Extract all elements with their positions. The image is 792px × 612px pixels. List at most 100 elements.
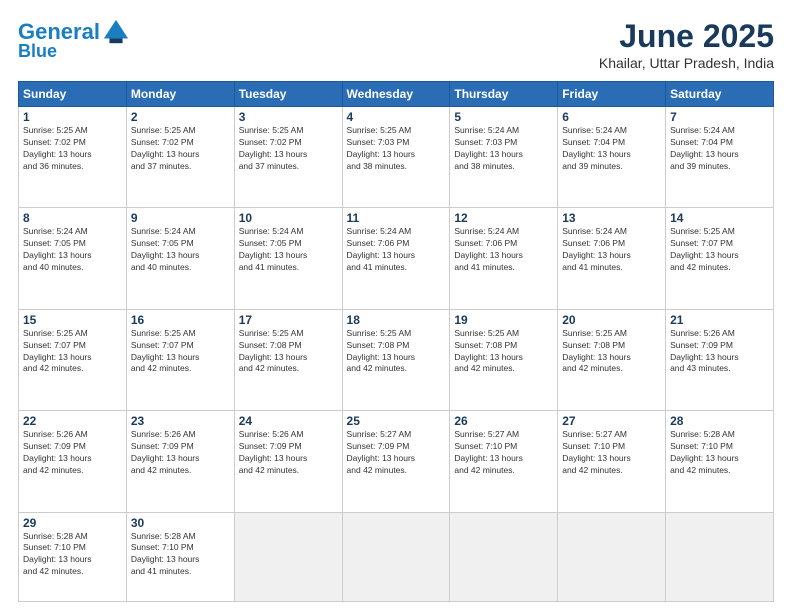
day-number: 4 <box>347 110 446 124</box>
calendar-cell: 20 Sunrise: 5:25 AMSunset: 7:08 PMDaylig… <box>558 309 666 410</box>
calendar-cell: 23 Sunrise: 5:26 AMSunset: 7:09 PMDaylig… <box>126 411 234 512</box>
day-number: 24 <box>239 414 338 428</box>
calendar-cell: 7 Sunrise: 5:24 AMSunset: 7:04 PMDayligh… <box>666 107 774 208</box>
calendar-cell: 19 Sunrise: 5:25 AMSunset: 7:08 PMDaylig… <box>450 309 558 410</box>
col-wednesday: Wednesday <box>342 82 450 107</box>
day-number: 17 <box>239 313 338 327</box>
calendar-cell: 2 Sunrise: 5:25 AMSunset: 7:02 PMDayligh… <box>126 107 234 208</box>
calendar-cell: 27 Sunrise: 5:27 AMSunset: 7:10 PMDaylig… <box>558 411 666 512</box>
day-number: 9 <box>131 211 230 225</box>
calendar-cell: 15 Sunrise: 5:25 AMSunset: 7:07 PMDaylig… <box>19 309 127 410</box>
day-number: 6 <box>562 110 661 124</box>
day-number: 3 <box>239 110 338 124</box>
calendar-cell: 30 Sunrise: 5:28 AMSunset: 7:10 PMDaylig… <box>126 512 234 602</box>
calendar-cell: 8 Sunrise: 5:24 AMSunset: 7:05 PMDayligh… <box>19 208 127 309</box>
logo-icon <box>102 18 130 46</box>
day-number: 16 <box>131 313 230 327</box>
week-row-3: 15 Sunrise: 5:25 AMSunset: 7:07 PMDaylig… <box>19 309 774 410</box>
day-info: Sunrise: 5:28 AMSunset: 7:10 PMDaylight:… <box>23 531 122 579</box>
page-container: General Blue June 2025 Khailar, Uttar Pr… <box>0 0 792 612</box>
calendar-cell <box>450 512 558 602</box>
day-info: Sunrise: 5:25 AMSunset: 7:08 PMDaylight:… <box>454 328 553 376</box>
calendar-cell: 28 Sunrise: 5:28 AMSunset: 7:10 PMDaylig… <box>666 411 774 512</box>
day-number: 5 <box>454 110 553 124</box>
day-info: Sunrise: 5:25 AMSunset: 7:02 PMDaylight:… <box>23 125 122 173</box>
week-row-5: 29 Sunrise: 5:28 AMSunset: 7:10 PMDaylig… <box>19 512 774 602</box>
page-header: General Blue June 2025 Khailar, Uttar Pr… <box>18 18 774 71</box>
day-number: 18 <box>347 313 446 327</box>
calendar-cell: 3 Sunrise: 5:25 AMSunset: 7:02 PMDayligh… <box>234 107 342 208</box>
day-info: Sunrise: 5:24 AMSunset: 7:05 PMDaylight:… <box>23 226 122 274</box>
day-info: Sunrise: 5:27 AMSunset: 7:09 PMDaylight:… <box>347 429 446 477</box>
day-number: 10 <box>239 211 338 225</box>
calendar-cell: 21 Sunrise: 5:26 AMSunset: 7:09 PMDaylig… <box>666 309 774 410</box>
calendar-cell: 10 Sunrise: 5:24 AMSunset: 7:05 PMDaylig… <box>234 208 342 309</box>
day-number: 26 <box>454 414 553 428</box>
day-info: Sunrise: 5:25 AMSunset: 7:02 PMDaylight:… <box>239 125 338 173</box>
day-info: Sunrise: 5:28 AMSunset: 7:10 PMDaylight:… <box>670 429 769 477</box>
calendar-cell <box>342 512 450 602</box>
day-number: 28 <box>670 414 769 428</box>
day-info: Sunrise: 5:27 AMSunset: 7:10 PMDaylight:… <box>454 429 553 477</box>
col-friday: Friday <box>558 82 666 107</box>
day-number: 22 <box>23 414 122 428</box>
calendar-cell: 9 Sunrise: 5:24 AMSunset: 7:05 PMDayligh… <box>126 208 234 309</box>
calendar-cell: 13 Sunrise: 5:24 AMSunset: 7:06 PMDaylig… <box>558 208 666 309</box>
day-number: 29 <box>23 516 122 530</box>
calendar-cell: 16 Sunrise: 5:25 AMSunset: 7:07 PMDaylig… <box>126 309 234 410</box>
calendar-cell: 18 Sunrise: 5:25 AMSunset: 7:08 PMDaylig… <box>342 309 450 410</box>
calendar-cell: 1 Sunrise: 5:25 AMSunset: 7:02 PMDayligh… <box>19 107 127 208</box>
calendar-table: Sunday Monday Tuesday Wednesday Thursday… <box>18 81 774 602</box>
day-number: 7 <box>670 110 769 124</box>
day-info: Sunrise: 5:26 AMSunset: 7:09 PMDaylight:… <box>670 328 769 376</box>
day-info: Sunrise: 5:24 AMSunset: 7:06 PMDaylight:… <box>454 226 553 274</box>
calendar-cell: 12 Sunrise: 5:24 AMSunset: 7:06 PMDaylig… <box>450 208 558 309</box>
day-info: Sunrise: 5:24 AMSunset: 7:03 PMDaylight:… <box>454 125 553 173</box>
day-info: Sunrise: 5:24 AMSunset: 7:05 PMDaylight:… <box>131 226 230 274</box>
day-info: Sunrise: 5:24 AMSunset: 7:04 PMDaylight:… <box>670 125 769 173</box>
day-info: Sunrise: 5:26 AMSunset: 7:09 PMDaylight:… <box>131 429 230 477</box>
calendar-cell: 25 Sunrise: 5:27 AMSunset: 7:09 PMDaylig… <box>342 411 450 512</box>
calendar-cell <box>558 512 666 602</box>
calendar-cell: 17 Sunrise: 5:25 AMSunset: 7:08 PMDaylig… <box>234 309 342 410</box>
day-info: Sunrise: 5:24 AMSunset: 7:06 PMDaylight:… <box>562 226 661 274</box>
day-number: 21 <box>670 313 769 327</box>
calendar-cell: 24 Sunrise: 5:26 AMSunset: 7:09 PMDaylig… <box>234 411 342 512</box>
day-number: 12 <box>454 211 553 225</box>
day-number: 25 <box>347 414 446 428</box>
day-number: 20 <box>562 313 661 327</box>
col-monday: Monday <box>126 82 234 107</box>
day-number: 13 <box>562 211 661 225</box>
day-info: Sunrise: 5:25 AMSunset: 7:07 PMDaylight:… <box>131 328 230 376</box>
day-info: Sunrise: 5:25 AMSunset: 7:07 PMDaylight:… <box>670 226 769 274</box>
calendar-cell: 29 Sunrise: 5:28 AMSunset: 7:10 PMDaylig… <box>19 512 127 602</box>
day-number: 27 <box>562 414 661 428</box>
day-number: 2 <box>131 110 230 124</box>
day-info: Sunrise: 5:28 AMSunset: 7:10 PMDaylight:… <box>131 531 230 579</box>
week-row-4: 22 Sunrise: 5:26 AMSunset: 7:09 PMDaylig… <box>19 411 774 512</box>
col-tuesday: Tuesday <box>234 82 342 107</box>
week-row-2: 8 Sunrise: 5:24 AMSunset: 7:05 PMDayligh… <box>19 208 774 309</box>
day-info: Sunrise: 5:24 AMSunset: 7:05 PMDaylight:… <box>239 226 338 274</box>
col-saturday: Saturday <box>666 82 774 107</box>
calendar-cell <box>234 512 342 602</box>
title-block: June 2025 Khailar, Uttar Pradesh, India <box>599 18 774 71</box>
calendar-cell: 4 Sunrise: 5:25 AMSunset: 7:03 PMDayligh… <box>342 107 450 208</box>
day-info: Sunrise: 5:25 AMSunset: 7:08 PMDaylight:… <box>562 328 661 376</box>
day-number: 15 <box>23 313 122 327</box>
location: Khailar, Uttar Pradesh, India <box>599 55 774 71</box>
month-title: June 2025 <box>599 18 774 55</box>
day-number: 23 <box>131 414 230 428</box>
logo: General Blue <box>18 18 130 62</box>
calendar-cell: 6 Sunrise: 5:24 AMSunset: 7:04 PMDayligh… <box>558 107 666 208</box>
calendar-cell <box>666 512 774 602</box>
calendar-header-row: Sunday Monday Tuesday Wednesday Thursday… <box>19 82 774 107</box>
day-number: 14 <box>670 211 769 225</box>
col-thursday: Thursday <box>450 82 558 107</box>
calendar-cell: 5 Sunrise: 5:24 AMSunset: 7:03 PMDayligh… <box>450 107 558 208</box>
day-info: Sunrise: 5:24 AMSunset: 7:06 PMDaylight:… <box>347 226 446 274</box>
week-row-1: 1 Sunrise: 5:25 AMSunset: 7:02 PMDayligh… <box>19 107 774 208</box>
day-info: Sunrise: 5:25 AMSunset: 7:08 PMDaylight:… <box>239 328 338 376</box>
day-info: Sunrise: 5:26 AMSunset: 7:09 PMDaylight:… <box>239 429 338 477</box>
calendar-cell: 22 Sunrise: 5:26 AMSunset: 7:09 PMDaylig… <box>19 411 127 512</box>
